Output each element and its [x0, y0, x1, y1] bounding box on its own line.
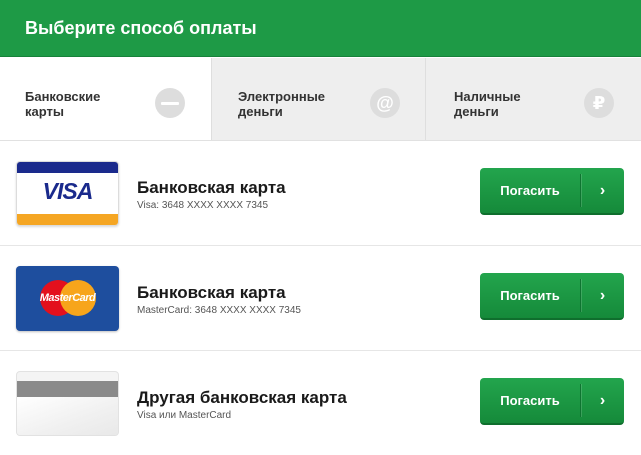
- card-title: Банковская карта: [137, 283, 286, 302]
- chevron-right-icon: ›: [599, 391, 606, 409]
- pay-button-label: Погасить: [500, 393, 560, 408]
- pay-button-label: Погасить: [500, 288, 560, 303]
- mastercard-card-image: MasterCard: [16, 266, 119, 331]
- list-item: Другая банковская карта Visa или MasterC…: [0, 351, 641, 455]
- tab-label: Банковские карты: [25, 89, 101, 119]
- pay-button[interactable]: Погасить ›: [480, 378, 624, 425]
- pay-button[interactable]: Погасить ›: [480, 273, 624, 320]
- page-title: Выберите способ оплаты: [25, 17, 257, 38]
- tab-cash[interactable]: Наличные деньги ₽: [425, 58, 641, 140]
- page-header: Выберите способ оплаты: [0, 0, 641, 57]
- card-title: Банковская карта: [137, 178, 286, 197]
- tab-e-money[interactable]: Электронные деньги @: [211, 58, 425, 140]
- list-item: MasterCard Банковская карта MasterCard: …: [0, 246, 641, 351]
- card-number: MasterCard: 3648 XXXX XXXX 7345: [137, 305, 301, 316]
- chevron-right-icon: ›: [599, 181, 606, 199]
- visa-logo: VISA: [42, 178, 94, 204]
- generic-card-image: [16, 371, 119, 436]
- pay-button-label: Погасить: [500, 183, 560, 198]
- at-icon: @: [370, 88, 400, 118]
- payment-card-list: VISA Банковская карта Visa: 3648 XXXX XX…: [0, 141, 641, 455]
- card-icon: [155, 88, 185, 118]
- list-item: VISA Банковская карта Visa: 3648 XXXX XX…: [0, 141, 641, 246]
- tab-label: Электронные деньги: [238, 89, 326, 119]
- ruble-icon: ₽: [584, 88, 614, 118]
- card-number: Visa: 3648 XXXX XXXX 7345: [137, 200, 269, 211]
- visa-card-image: VISA: [16, 161, 119, 226]
- pay-button[interactable]: Погасить ›: [480, 168, 624, 215]
- chevron-right-icon: ›: [599, 286, 606, 304]
- payment-method-tabs: Банковские карты Электронные деньги @ На…: [0, 58, 641, 141]
- card-description: Visa или MasterCard: [137, 410, 232, 421]
- mastercard-logo: MasterCard: [39, 292, 96, 304]
- tab-label: Наличные деньги: [454, 89, 521, 119]
- card-title: Другая банковская карта: [137, 388, 347, 407]
- tab-bank-cards[interactable]: Банковские карты: [0, 58, 211, 140]
